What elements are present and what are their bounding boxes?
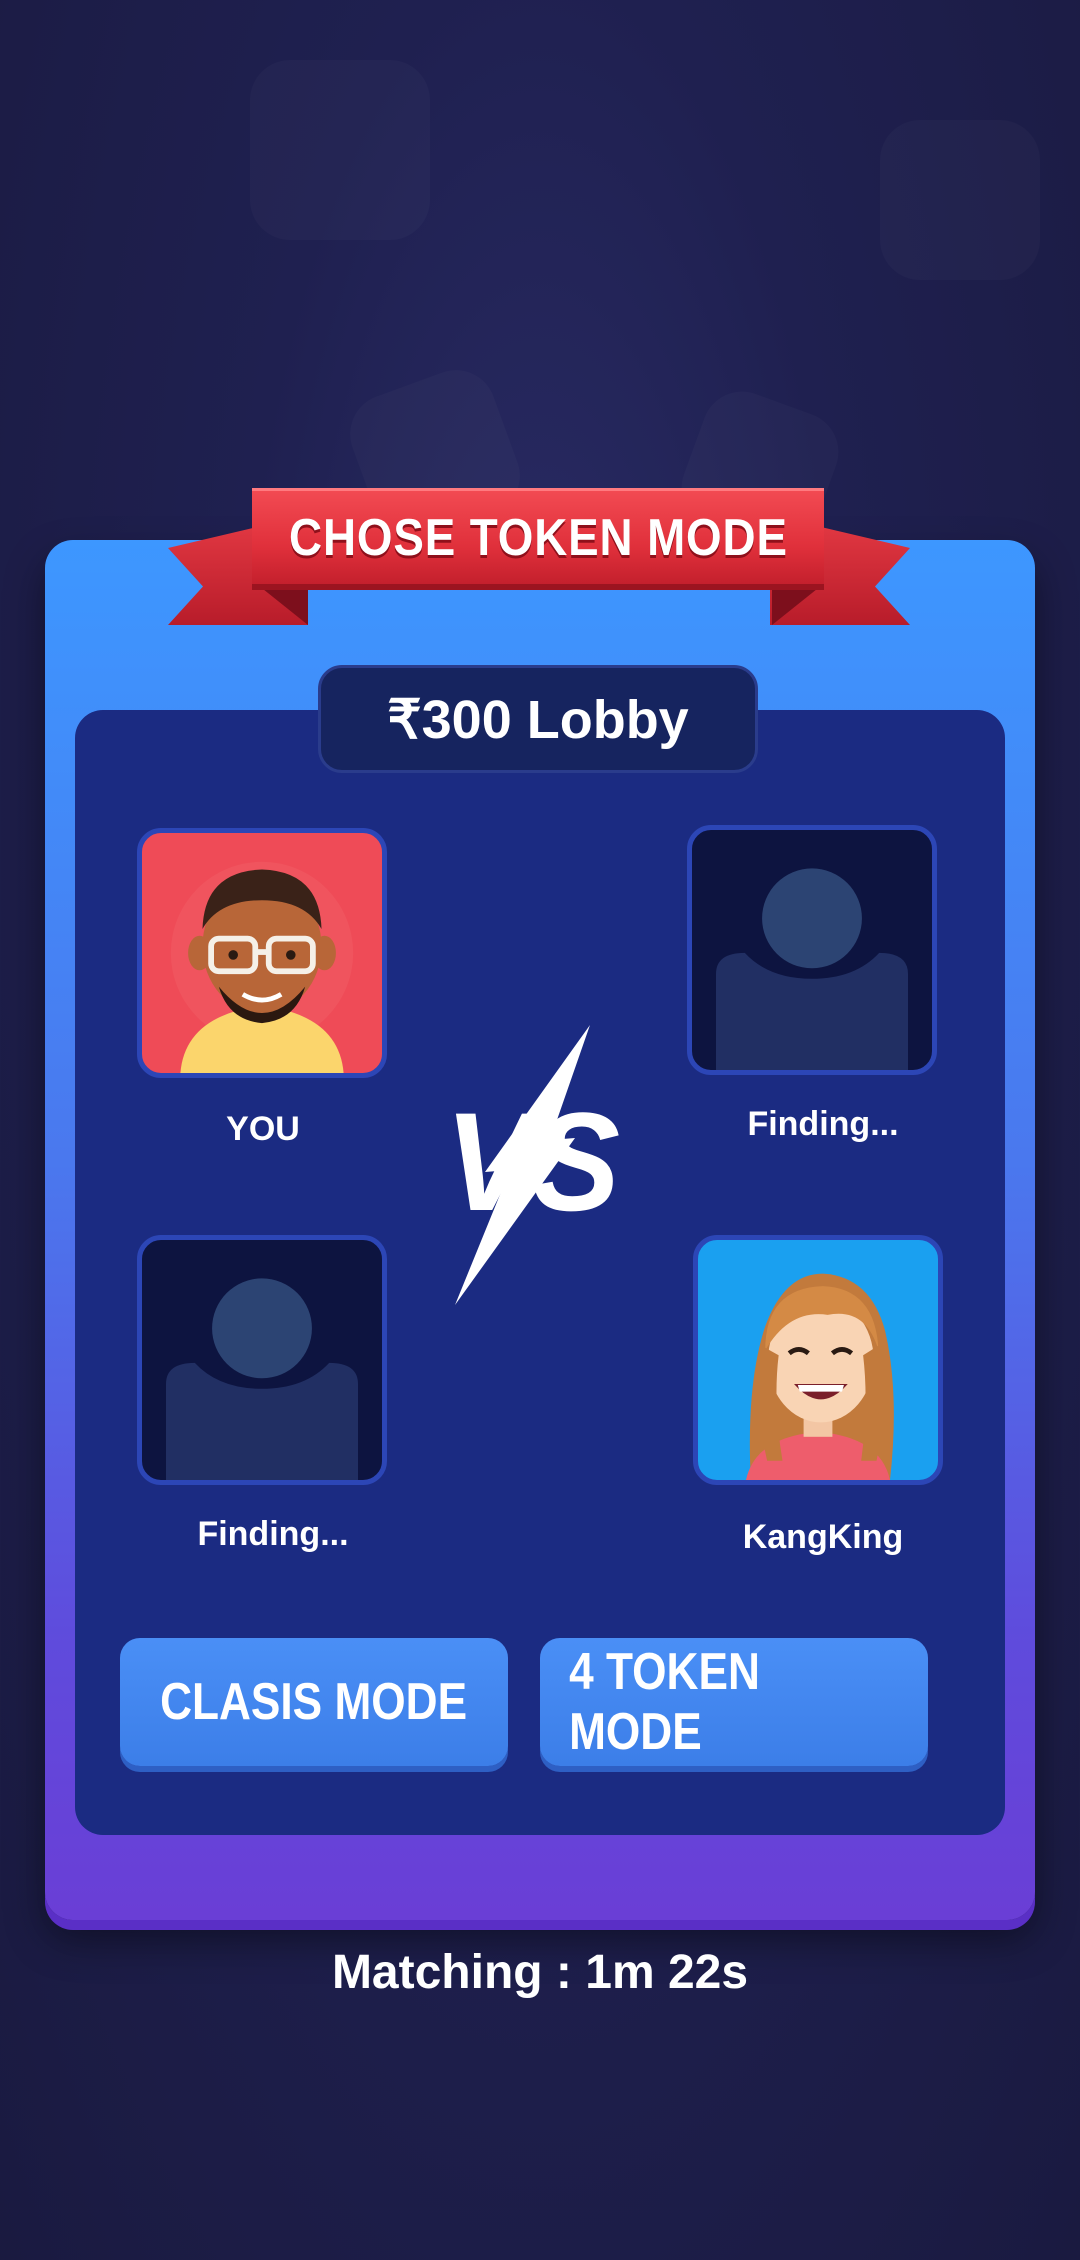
player-name-you: YOU bbox=[226, 1110, 300, 1148]
title-ribbon: CHOSE TOKEN MODE bbox=[252, 488, 824, 590]
four-token-mode-label: 4 TOKEN MODE bbox=[569, 1643, 760, 1761]
player-name-finding: Finding... bbox=[197, 1515, 349, 1553]
matching-timer: Matching : 1m 22s bbox=[331, 1946, 749, 1999]
background-decoration bbox=[880, 120, 1040, 280]
classic-mode-button[interactable]: CLASIS MODE bbox=[120, 1638, 508, 1766]
vs-icon: VS bbox=[445, 1025, 620, 1305]
classic-mode-label: CLASIS MODE bbox=[160, 1673, 468, 1731]
player-avatar-empty bbox=[687, 825, 937, 1075]
player-name-kangking: KangKing bbox=[742, 1518, 904, 1556]
user-placeholder-icon bbox=[716, 868, 908, 1070]
player-avatar-empty bbox=[137, 1235, 387, 1485]
player-avatar-you bbox=[137, 828, 387, 1078]
page-title: CHOSE TOKEN MODE bbox=[288, 508, 788, 567]
player-name-finding: Finding... bbox=[747, 1105, 899, 1143]
woman-avatar-icon bbox=[746, 1273, 894, 1480]
lobby-badge: ₹300 Lobby bbox=[318, 665, 758, 773]
four-token-mode-button[interactable]: 4 TOKEN MODE bbox=[540, 1638, 928, 1766]
player-avatar-kangking bbox=[693, 1235, 943, 1485]
background-decoration bbox=[250, 60, 430, 240]
svg-text:VS: VS bbox=[445, 1083, 620, 1240]
user-placeholder-icon bbox=[166, 1278, 358, 1480]
lobby-label: ₹300 Lobby bbox=[387, 689, 689, 750]
man-avatar-icon bbox=[170, 861, 354, 1073]
